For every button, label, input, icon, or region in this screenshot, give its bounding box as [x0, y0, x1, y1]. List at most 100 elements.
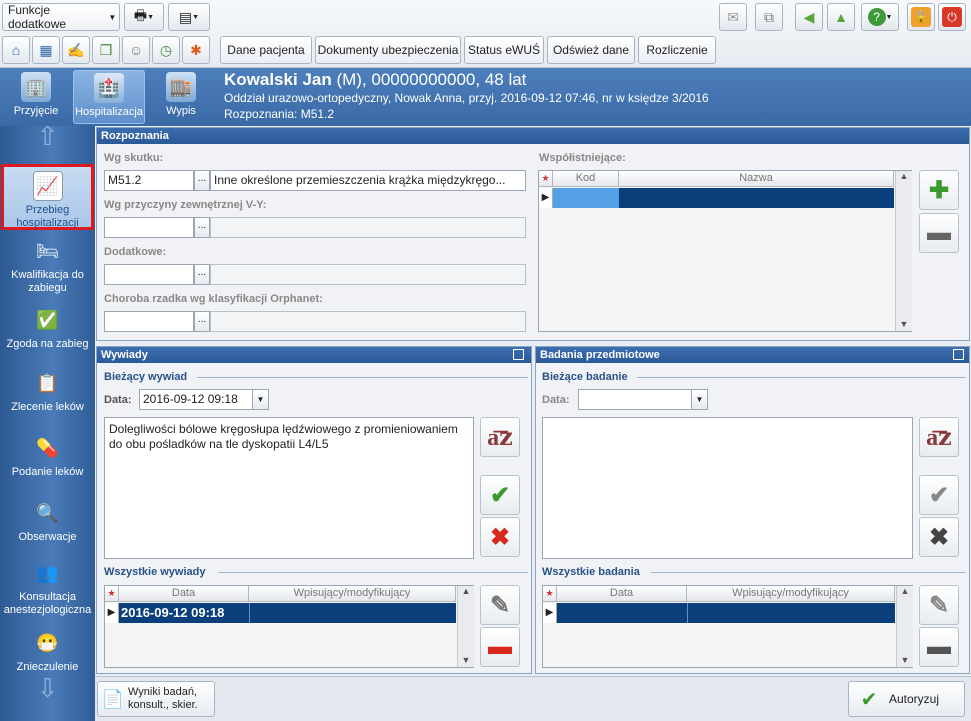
wywiad-textarea[interactable]: Dolegliwości bólowe kręgosłupa lędźwiowe… [104, 417, 474, 559]
save-wywiad-button[interactable]: ✔ [480, 475, 520, 515]
tab-status-ewus[interactable]: Status eWUŚ [464, 36, 544, 64]
wg-przyczyny-lookup-button[interactable]: ... [194, 217, 210, 238]
emergency-button[interactable]: ✱ [182, 36, 210, 64]
table-cell[interactable] [619, 188, 894, 208]
col-wpisujacy[interactable]: Wpisujący/modyfikujący [687, 586, 895, 602]
sidebar-item-zgoda[interactable]: ✅ Zgoda na zabieg [0, 305, 95, 351]
wg-skutku-lookup-button[interactable]: ... [194, 170, 210, 191]
mode-wypis[interactable]: 🏬 Wypis [150, 72, 212, 118]
sidebar-item-znieczulenie[interactable]: 😷 Znieczulenie [0, 628, 95, 674]
table-row[interactable] [557, 603, 895, 623]
patients-button[interactable]: ☺ [122, 36, 150, 64]
tab-dane-pacjenta[interactable]: Dane pacjenta [220, 36, 312, 64]
wywiady-grid[interactable]: ★ Data Wpisujący/modyfikujący ▶ 2016-09-… [104, 585, 474, 668]
sidebar-scroll-up[interactable]: ⇧ [0, 123, 95, 160]
col-wpisujacy[interactable]: Wpisujący/modyfikujący [249, 586, 456, 602]
mode-przyjecie[interactable]: 🏢 Przyjęcie [4, 72, 68, 118]
sidebar-item-przebieg-hospitalizacji[interactable]: 📈 Przebieg hospitalizacji [1, 164, 94, 230]
refresh-clock-button[interactable]: ◷ [152, 36, 180, 64]
save-badanie-button[interactable]: ✔ [919, 475, 959, 515]
documents-button[interactable]: ❐ [92, 36, 120, 64]
funkcje-dodatkowe-dropdown[interactable]: Funkcje dodatkowe ▼ [2, 3, 120, 31]
cancel-wywiad-button[interactable]: ✖ [480, 517, 520, 557]
delete-wywiad-button[interactable]: ▬ [480, 627, 520, 667]
wyniki-badan-button[interactable]: 📄 Wyniki badań, konsult., skier. [97, 681, 215, 717]
chevron-down-icon: ▼ [691, 390, 707, 409]
users-icon: ☺ [128, 42, 144, 58]
sidebar-item-zlecenie-lekow[interactable]: 📋 Zlecenie leków [0, 368, 95, 414]
maximize-icon[interactable] [953, 349, 964, 360]
sidebar-scroll-down[interactable]: ⇩ [0, 675, 95, 701]
back-button[interactable]: ◀ [795, 3, 823, 31]
remove-wspol-button[interactable]: ▬ [919, 213, 959, 253]
calendar-button[interactable]: ▦ [32, 36, 60, 64]
authorize-icon: ✔ [860, 688, 878, 711]
check-icon: ✔ [489, 481, 511, 509]
add-wspol-button[interactable]: ✚ [919, 170, 959, 210]
sidebar-item-obserwacje[interactable]: 🔍 Obserwacje [0, 498, 95, 544]
wg-skutku-code-input[interactable]: M51.2 [104, 170, 194, 191]
layout-button[interactable]: ▤ ▼ [168, 3, 210, 31]
sidebar-item-podanie-lekow[interactable]: 💊 Podanie leków [0, 433, 95, 479]
col-kod[interactable]: Kod [553, 171, 619, 187]
tab-rozliczenie[interactable]: Rozliczenie [638, 36, 716, 64]
network-icon: ⧉ [764, 8, 774, 25]
lab-results-icon: 📄 [101, 688, 125, 709]
wywiady-scrollbar[interactable]: ▲ ▼ [457, 586, 474, 667]
cancel-badanie-button[interactable]: ✖ [919, 517, 959, 557]
building-icon: 🏢 [21, 72, 51, 102]
dodatkowe-lookup-button[interactable]: ... [194, 264, 210, 285]
document-sign-button[interactable]: ✍ [62, 36, 90, 64]
divider [651, 572, 966, 573]
table-cell[interactable] [553, 188, 619, 208]
edit-badanie-button[interactable]: ✎ [919, 585, 959, 625]
power-icon: ⏻ [942, 7, 962, 27]
building-exit-icon: 🏬 [166, 72, 196, 102]
col-data[interactable]: Data [119, 586, 249, 602]
badania-scrollbar[interactable]: ▲ ▼ [896, 586, 913, 667]
orphanet-lookup-button[interactable]: ... [194, 311, 210, 332]
wspolistniejace-label: Współistniejące: [539, 152, 626, 164]
spellcheck-wywiad-button[interactable]: a͞z [480, 417, 520, 457]
wywiad-date-select[interactable]: 2016-09-12 09:18 ▼ [139, 389, 269, 410]
plus-icon: ✚ [928, 176, 950, 204]
power-button[interactable]: ⏻ [938, 3, 966, 31]
wg-skutku-name-field: Inne określone przemieszczenia krążka mi… [210, 170, 526, 191]
edit-wywiad-button[interactable]: ✎ [480, 585, 520, 625]
badania-grid[interactable]: ★ Data Wpisujący/modyfikujący ▶ ▲ ▼ [542, 585, 913, 668]
home-button[interactable]: ⌂ [2, 36, 30, 64]
help-button[interactable]: ? ▼ [861, 3, 899, 31]
mail-button[interactable]: ✉ [719, 3, 747, 31]
wg-przyczyny-code-input[interactable] [104, 217, 194, 238]
wywiady-title: Wywiady [97, 347, 531, 363]
sidebar-item-label: Obserwacje [18, 531, 77, 543]
spellcheck-badanie-button[interactable]: a͞z [919, 417, 959, 457]
wspolistniejace-grid[interactable]: ★ Kod Nazwa ▶ ▲ ▼ [538, 170, 912, 332]
col-nazwa[interactable]: Nazwa [619, 171, 894, 187]
col-data[interactable]: Data [557, 586, 687, 602]
network-button[interactable]: ⧉ [755, 3, 783, 31]
sidebar-item-konsultacja[interactable]: 👥 Konsultacja anestezjologiczna [0, 558, 95, 617]
maximize-icon[interactable] [513, 349, 524, 360]
badanie-date-select[interactable]: ▼ [578, 389, 708, 410]
patient-details: (M), 00000000000, 48 lat [331, 70, 527, 89]
delete-badanie-button[interactable]: ▬ [919, 627, 959, 667]
home-icon: ⌂ [11, 42, 21, 58]
required-marker: ★ [543, 586, 557, 602]
dodatkowe-code-input[interactable] [104, 264, 194, 285]
badanie-textarea[interactable] [542, 417, 913, 559]
wspol-scrollbar[interactable]: ▲ ▼ [895, 171, 912, 331]
autoryzuj-button[interactable]: ✔ Autoryzuj [848, 681, 965, 717]
wg-przyczyny-label: Wg przyczyny zewnętrznej V-Y: [104, 199, 267, 211]
up-button[interactable]: ▲ [827, 3, 855, 31]
orphanet-code-input[interactable] [104, 311, 194, 332]
tab-odswiez-dane[interactable]: Odśwież dane [547, 36, 635, 64]
sidebar-item-kwalifikacja[interactable]: 🛏 Kwalifikacja do zabiegu [0, 236, 95, 295]
print-button[interactable]: 🖶 ▼ [124, 3, 164, 31]
table-row[interactable]: 2016-09-12 09:18 [119, 603, 456, 623]
lock-button[interactable]: 🔒 [907, 3, 935, 31]
divider [637, 377, 966, 378]
anesthesia-mask-icon: 😷 [36, 632, 59, 653]
tab-dokumenty-ubezpieczenia[interactable]: Dokumenty ubezpieczenia [315, 36, 461, 64]
mode-hospitalizacja[interactable]: 🏥 Hospitalizacja [73, 70, 145, 124]
